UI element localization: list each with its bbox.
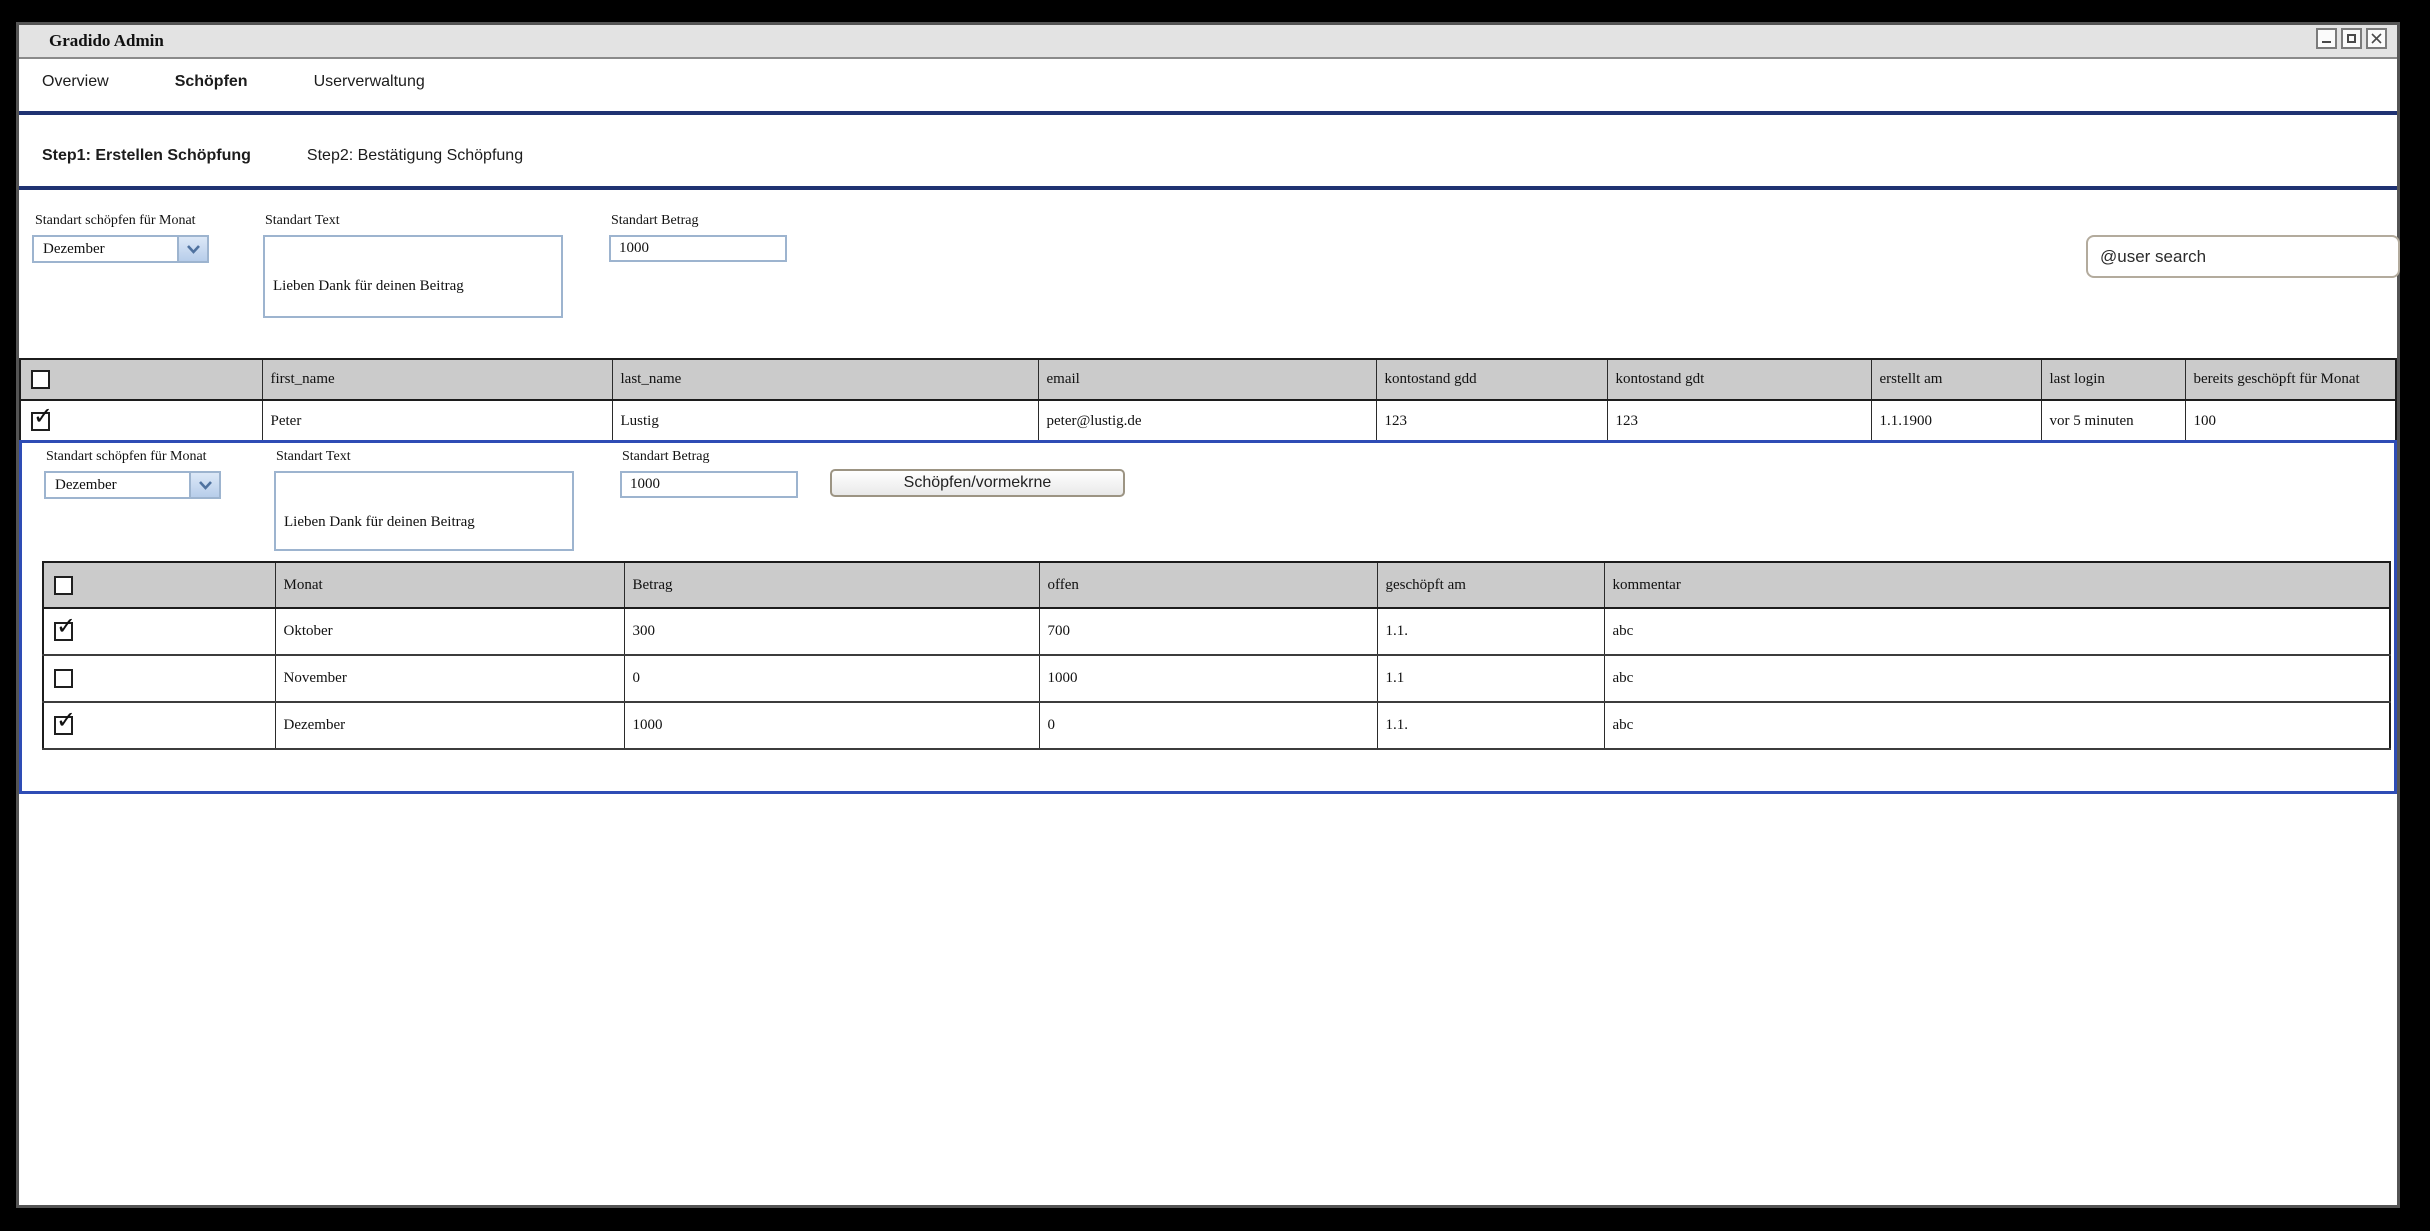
cell-first-name: Peter xyxy=(262,400,612,443)
user-row[interactable]: Peter Lustig peter@lustig.de 123 123 1.1… xyxy=(20,400,2396,443)
select-all-users-checkbox[interactable] xyxy=(31,370,50,389)
detail-month-select[interactable]: Dezember xyxy=(44,471,221,499)
month-select[interactable]: Dezember xyxy=(32,235,209,263)
col-kontostand-gdt: kontostand gdt xyxy=(1607,359,1871,400)
cell-monat: Dezember xyxy=(275,702,624,749)
month-row-select-cell xyxy=(43,655,275,702)
creation-table-header-row: Monat Betrag offen geschöpft am kommenta… xyxy=(43,562,2390,608)
header-select-cell xyxy=(20,359,262,400)
separator-line xyxy=(19,111,2397,115)
col-first-name: first_name xyxy=(262,359,612,400)
close-button[interactable] xyxy=(2366,28,2387,49)
tab-schoepfen[interactable]: Schöpfen xyxy=(175,73,248,91)
tab-userverwaltung[interactable]: Userverwaltung xyxy=(314,73,425,91)
maximize-icon xyxy=(2345,32,2358,45)
standard-text-label: Standart Text xyxy=(265,213,340,229)
select-all-months-checkbox[interactable] xyxy=(54,576,73,595)
col-last-login: last login xyxy=(2041,359,2185,400)
cell-geschoepft-am: 1.1 xyxy=(1377,655,1604,702)
schoepfen-vormerken-button[interactable]: Schöpfen/vormekrne xyxy=(830,469,1125,497)
col-email: email xyxy=(1038,359,1376,400)
col-betrag: Betrag xyxy=(624,562,1039,608)
cell-offen: 700 xyxy=(1039,608,1377,655)
app-window: Gradido Admin Overview Schöpfen Userverw… xyxy=(16,22,2400,1208)
user-table-header-row: first_name last_name email kontostand gd… xyxy=(20,359,2396,400)
cell-monat: Oktober xyxy=(275,608,624,655)
cell-bereits-geschoepft: 100 xyxy=(2185,400,2396,443)
cell-kontostand-gdd: 123 xyxy=(1376,400,1607,443)
detail-amount-label: Standart Betrag xyxy=(622,449,709,465)
user-search-input[interactable] xyxy=(2086,235,2400,278)
col-bereits-geschoepft: bereits geschöpft für Monat xyxy=(2185,359,2396,400)
creation-detail-panel: Standart schöpfen für Monat Dezember Sta… xyxy=(19,440,2397,794)
month-row-november[interactable]: November 0 1000 1.1 abc xyxy=(43,655,2390,702)
chevron-down-icon[interactable] xyxy=(189,473,219,497)
close-icon xyxy=(2370,32,2383,45)
col-monat: Monat xyxy=(275,562,624,608)
cell-email: peter@lustig.de xyxy=(1038,400,1376,443)
amount-input[interactable] xyxy=(609,235,787,262)
cell-betrag: 0 xyxy=(624,655,1039,702)
month-row-checkbox[interactable] xyxy=(54,622,73,641)
col-last-name: last_name xyxy=(612,359,1038,400)
cell-geschoepft-am: 1.1. xyxy=(1377,702,1604,749)
detail-month-select-value: Dezember xyxy=(46,473,189,497)
cell-kommentar: abc xyxy=(1604,608,2390,655)
col-offen: offen xyxy=(1039,562,1377,608)
desktop-background: { "window": { "title": "Gradido Admin", … xyxy=(0,0,2430,1231)
cell-monat: November xyxy=(275,655,624,702)
month-row-select-cell xyxy=(43,702,275,749)
detail-standard-text-area[interactable]: Lieben Dank für deinen Beitrag xyxy=(274,471,574,551)
cell-kommentar: abc xyxy=(1604,702,2390,749)
main-nav: Overview Schöpfen Userverwaltung xyxy=(42,73,491,91)
cell-last-login: vor 5 minuten xyxy=(2041,400,2185,443)
user-row-select-cell xyxy=(20,400,262,443)
detail-amount-input[interactable] xyxy=(620,471,798,498)
month-select-value: Dezember xyxy=(34,237,177,261)
user-row-checkbox[interactable] xyxy=(31,412,50,431)
header-select-cell xyxy=(43,562,275,608)
cell-erstellt-am: 1.1.1900 xyxy=(1871,400,2041,443)
cell-kontostand-gdt: 123 xyxy=(1607,400,1871,443)
month-row-oktober[interactable]: Oktober 300 700 1.1. abc xyxy=(43,608,2390,655)
separator-line xyxy=(19,186,2397,190)
amount-label: Standart Betrag xyxy=(611,213,698,229)
user-table: first_name last_name email kontostand gd… xyxy=(19,358,2397,444)
maximize-button[interactable] xyxy=(2341,28,2362,49)
month-row-dezember[interactable]: Dezember 1000 0 1.1. abc xyxy=(43,702,2390,749)
cell-kommentar: abc xyxy=(1604,655,2390,702)
chevron-down-icon[interactable] xyxy=(177,237,207,261)
window-controls xyxy=(2316,28,2387,49)
step1-erstellen[interactable]: Step1: Erstellen Schöpfung xyxy=(42,147,251,165)
window-title: Gradido Admin xyxy=(49,31,164,51)
col-erstellt-am: erstellt am xyxy=(1871,359,2041,400)
month-label: Standart schöpfen für Monat xyxy=(35,213,196,229)
col-kontostand-gdd: kontostand gdd xyxy=(1376,359,1607,400)
month-row-checkbox[interactable] xyxy=(54,669,73,688)
cell-offen: 1000 xyxy=(1039,655,1377,702)
minimize-button[interactable] xyxy=(2316,28,2337,49)
cell-betrag: 1000 xyxy=(624,702,1039,749)
detail-month-label: Standart schöpfen für Monat xyxy=(46,449,207,465)
detail-standard-text-label: Standart Text xyxy=(276,449,351,465)
tab-overview[interactable]: Overview xyxy=(42,73,109,91)
creation-table: Monat Betrag offen geschöpft am kommenta… xyxy=(42,561,2391,750)
month-row-select-cell xyxy=(43,608,275,655)
month-row-checkbox[interactable] xyxy=(54,716,73,735)
cell-offen: 0 xyxy=(1039,702,1377,749)
title-bar[interactable]: Gradido Admin xyxy=(19,25,2397,59)
col-geschoepft-am: geschöpft am xyxy=(1377,562,1604,608)
step-nav: Step1: Erstellen Schöpfung Step2: Bestät… xyxy=(42,147,579,165)
col-kommentar: kommentar xyxy=(1604,562,2390,608)
cell-last-name: Lustig xyxy=(612,400,1038,443)
standard-text-area[interactable]: Lieben Dank für deinen Beitrag xyxy=(263,235,563,318)
step2-bestaetigung[interactable]: Step2: Bestätigung Schöpfung xyxy=(307,147,523,165)
cell-geschoepft-am: 1.1. xyxy=(1377,608,1604,655)
minimize-icon xyxy=(2320,32,2333,45)
cell-betrag: 300 xyxy=(624,608,1039,655)
